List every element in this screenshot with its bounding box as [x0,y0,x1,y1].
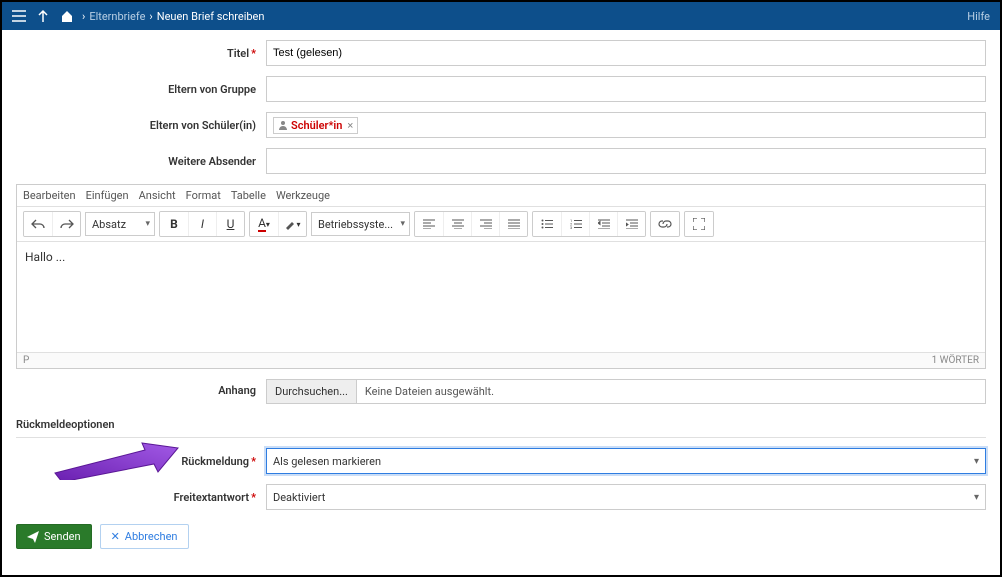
menu-insert[interactable]: Einfügen [86,189,129,202]
top-bar: › Elternbriefe › Neuen Brief schreiben H… [2,2,1000,30]
outdent-button[interactable] [589,212,617,236]
home-icon[interactable] [60,9,74,23]
attachment-label: Anhang [16,379,266,404]
freitext-label: Freitextantwort* [16,491,266,504]
student-tag[interactable]: Schüler*in × [273,117,358,134]
tag-remove-icon[interactable]: × [347,119,353,132]
svg-text:3: 3 [570,225,572,229]
underline-button[interactable]: U [216,212,244,236]
student-tag-text: Schüler*in [291,119,342,132]
menu-format[interactable]: Format [186,189,221,202]
breadcrumb-current: Neuen Brief schreiben [157,10,265,23]
editor-toolbar: Absatz B I U A ▾ ▾ Betriebssyste... [17,207,985,242]
rueckmeldung-select[interactable]: Als gelesen markieren [266,448,986,474]
title-input[interactable] [266,40,986,66]
cancel-button[interactable]: ✕ Abbrechen [100,524,189,549]
text-color-button[interactable]: A ▾ [250,212,278,236]
indent-button[interactable] [617,212,645,236]
bold-button[interactable]: B [160,212,188,236]
title-label: Titel* [16,47,266,60]
bullet-list-button[interactable] [533,212,561,236]
breadcrumb-parent[interactable]: Elternbriefe [89,10,145,23]
up-icon[interactable] [36,9,50,23]
sender-input[interactable] [266,148,986,174]
send-icon [27,531,39,543]
menu-edit[interactable]: Bearbeiten [23,189,76,202]
group-input[interactable] [266,76,986,102]
send-button[interactable]: Senden [16,524,92,549]
attachment-status: Keine Dateien ausgewählt. [357,380,502,403]
menu-icon[interactable] [12,9,26,23]
feedback-section-title: Rückmeldeoptionen [16,418,986,431]
menu-table[interactable]: Tabelle [231,189,266,202]
sender-label: Weitere Absender [16,155,266,168]
editor-body[interactable]: Hallo ... [17,242,985,352]
undo-button[interactable] [24,212,52,236]
highlight-button[interactable]: ▾ [278,212,306,236]
help-link[interactable]: Hilfe [967,10,990,23]
align-justify-button[interactable] [499,212,527,236]
rich-text-editor: Bearbeiten Einfügen Ansicht Format Tabel… [16,184,986,369]
rueckmeldung-label: Rückmeldung* [16,455,266,468]
font-select[interactable]: Betriebssyste... [311,212,410,236]
align-center-button[interactable] [443,212,471,236]
menu-tools[interactable]: Werkzeuge [276,189,330,202]
editor-menubar: Bearbeiten Einfügen Ansicht Format Tabel… [17,185,985,207]
student-label: Eltern von Schüler(in) [16,119,266,132]
editor-statusbar: P 1 WÖRTER [17,352,985,368]
redo-button[interactable] [52,212,80,236]
link-button[interactable] [651,212,679,236]
editor-wordcount: 1 WÖRTER [932,355,979,366]
paragraph-select[interactable]: Absatz [85,212,155,236]
align-left-button[interactable] [415,212,443,236]
separator [16,437,986,438]
align-right-button[interactable] [471,212,499,236]
fullscreen-button[interactable] [685,212,713,236]
close-icon: ✕ [111,530,120,543]
group-label: Eltern von Gruppe [16,83,266,96]
menu-view[interactable]: Ansicht [139,189,176,202]
editor-path: P [23,355,29,366]
browse-button[interactable]: Durchsuchen... [267,380,357,403]
breadcrumb: › Elternbriefe › Neuen Brief schreiben [82,10,264,23]
number-list-button[interactable]: 123 [561,212,589,236]
italic-button[interactable]: I [188,212,216,236]
freitext-select[interactable]: Deaktiviert [266,484,986,510]
person-icon [278,120,288,130]
student-tag-input[interactable]: Schüler*in × [266,112,986,138]
